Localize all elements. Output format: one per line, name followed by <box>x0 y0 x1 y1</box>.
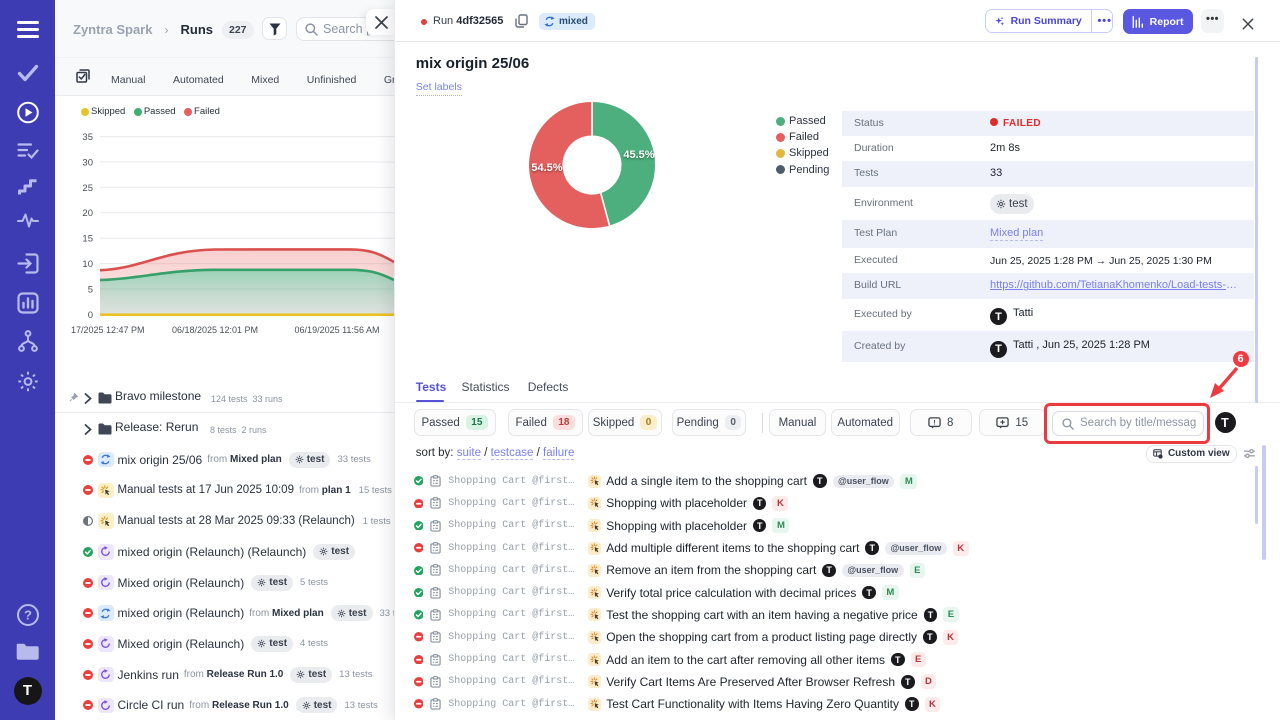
svg-text:5: 5 <box>88 284 93 295</box>
svg-text:?: ? <box>24 608 32 623</box>
svg-text:15: 15 <box>82 234 93 245</box>
svg-text:!: ! <box>933 419 935 426</box>
svg-text:35: 35 <box>82 132 93 143</box>
svg-text:10: 10 <box>82 259 93 270</box>
svg-text:25: 25 <box>82 183 93 194</box>
svg-text:17/2025 12:47 PM: 17/2025 12:47 PM <box>71 325 145 335</box>
svg-text:20: 20 <box>82 208 93 219</box>
svg-text:06/18/2025 12:01 PM: 06/18/2025 12:01 PM <box>172 325 258 335</box>
svg-text:30: 30 <box>82 157 93 168</box>
svg-text:0: 0 <box>88 310 93 321</box>
svg-text:06/19/2025 11:56 AM: 06/19/2025 11:56 AM <box>295 325 380 335</box>
